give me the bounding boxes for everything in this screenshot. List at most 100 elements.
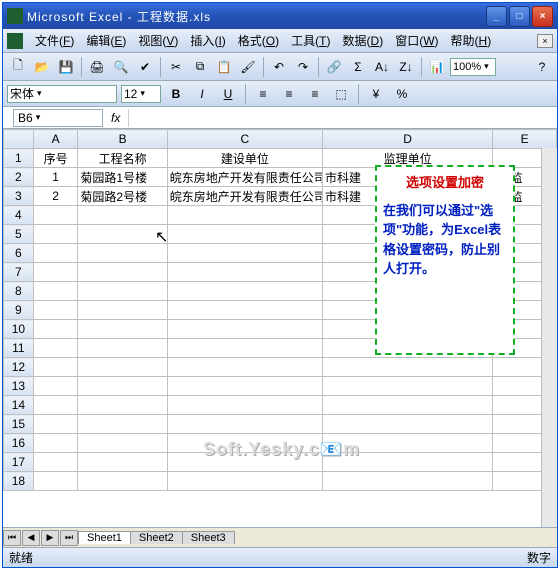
- cell-C4[interactable]: [167, 206, 322, 225]
- cut-icon[interactable]: ✂: [165, 56, 187, 78]
- formula-input[interactable]: [128, 109, 557, 127]
- cell-B18[interactable]: [78, 472, 167, 491]
- bold-icon[interactable]: B: [165, 83, 187, 105]
- row-header-7[interactable]: 7: [4, 263, 34, 282]
- cell-B4[interactable]: [78, 206, 167, 225]
- cell-B15[interactable]: [78, 415, 167, 434]
- sort-desc-icon[interactable]: Z↓: [395, 56, 417, 78]
- cell-A8[interactable]: [33, 282, 78, 301]
- cell-B17[interactable]: [78, 453, 167, 472]
- cell-C6[interactable]: [167, 244, 322, 263]
- cell-C13[interactable]: [167, 377, 322, 396]
- cell-C3[interactable]: 皖东房地产开发有限责任公司: [167, 187, 322, 206]
- font-size-select[interactable]: 12: [121, 85, 161, 103]
- cell-B3[interactable]: 菊园路2号楼: [78, 187, 167, 206]
- cell-A5[interactable]: [33, 225, 78, 244]
- new-icon[interactable]: 🗋: [7, 56, 29, 78]
- row-header-16[interactable]: 16: [4, 434, 34, 453]
- col-header-C[interactable]: C: [167, 130, 322, 149]
- cell-B14[interactable]: [78, 396, 167, 415]
- cell-D12[interactable]: [323, 358, 493, 377]
- align-right-icon[interactable]: ≡: [304, 83, 326, 105]
- cell-D14[interactable]: [323, 396, 493, 415]
- menu-tools[interactable]: 工具(T): [285, 30, 336, 51]
- cell-A2[interactable]: 1: [33, 168, 78, 187]
- cell-A16[interactable]: [33, 434, 78, 453]
- cell-B12[interactable]: [78, 358, 167, 377]
- menu-file[interactable]: 文件(F): [29, 30, 80, 51]
- cell-A6[interactable]: [33, 244, 78, 263]
- spellcheck-icon[interactable]: ✔: [134, 56, 156, 78]
- currency-icon[interactable]: ¥: [365, 83, 387, 105]
- hyperlink-icon[interactable]: 🔗: [323, 56, 345, 78]
- row-header-13[interactable]: 13: [4, 377, 34, 396]
- sort-asc-icon[interactable]: A↓: [371, 56, 393, 78]
- menu-insert[interactable]: 插入(I): [184, 30, 231, 51]
- cell-C18[interactable]: [167, 472, 322, 491]
- cell-A17[interactable]: [33, 453, 78, 472]
- row-header-17[interactable]: 17: [4, 453, 34, 472]
- chart-icon[interactable]: 📊: [426, 56, 448, 78]
- merge-icon[interactable]: ⬚: [330, 83, 352, 105]
- cell-A10[interactable]: [33, 320, 78, 339]
- menu-data[interactable]: 数据(D): [337, 30, 390, 51]
- col-header-B[interactable]: B: [78, 130, 167, 149]
- cell-C12[interactable]: [167, 358, 322, 377]
- cell-C11[interactable]: [167, 339, 322, 358]
- row-header-18[interactable]: 18: [4, 472, 34, 491]
- cell-B9[interactable]: [78, 301, 167, 320]
- row-header-4[interactable]: 4: [4, 206, 34, 225]
- sheet-tab-3[interactable]: Sheet3: [182, 531, 235, 544]
- doc-close-button[interactable]: ×: [537, 34, 553, 48]
- row-header-11[interactable]: 11: [4, 339, 34, 358]
- cell-D15[interactable]: [323, 415, 493, 434]
- tab-first-button[interactable]: ⏮: [3, 530, 21, 546]
- print-icon[interactable]: 🖨: [86, 56, 108, 78]
- vertical-scrollbar[interactable]: [541, 148, 557, 527]
- cell-A1[interactable]: 序号: [33, 149, 78, 168]
- cell-C5[interactable]: [167, 225, 322, 244]
- cell-B2[interactable]: 菊园路1号楼: [78, 168, 167, 187]
- copy-icon[interactable]: ⧉: [189, 56, 211, 78]
- autosum-icon[interactable]: Σ: [347, 56, 369, 78]
- align-center-icon[interactable]: ≡: [278, 83, 300, 105]
- cell-C15[interactable]: [167, 415, 322, 434]
- menu-view[interactable]: 视图(V): [132, 30, 184, 51]
- cell-C14[interactable]: [167, 396, 322, 415]
- tab-next-button[interactable]: ▶: [41, 530, 59, 546]
- col-header-E[interactable]: E: [493, 130, 557, 149]
- row-header-9[interactable]: 9: [4, 301, 34, 320]
- zoom-select[interactable]: 100%: [450, 58, 496, 76]
- cell-B16[interactable]: [78, 434, 167, 453]
- select-all-cell[interactable]: [4, 130, 34, 149]
- cell-A4[interactable]: [33, 206, 78, 225]
- preview-icon[interactable]: 🔍: [110, 56, 132, 78]
- cell-A9[interactable]: [33, 301, 78, 320]
- save-icon[interactable]: 💾: [55, 56, 77, 78]
- cell-B11[interactable]: [78, 339, 167, 358]
- cell-A14[interactable]: [33, 396, 78, 415]
- menu-help[interactable]: 帮助(H): [445, 30, 498, 51]
- cell-C1[interactable]: 建设单位: [167, 149, 322, 168]
- undo-icon[interactable]: ↶: [268, 56, 290, 78]
- cell-A11[interactable]: [33, 339, 78, 358]
- fx-icon[interactable]: fx: [111, 111, 120, 125]
- close-button[interactable]: ×: [532, 6, 553, 27]
- row-header-3[interactable]: 3: [4, 187, 34, 206]
- cell-C7[interactable]: [167, 263, 322, 282]
- row-header-1[interactable]: 1: [4, 149, 34, 168]
- row-header-14[interactable]: 14: [4, 396, 34, 415]
- align-left-icon[interactable]: ≡: [252, 83, 274, 105]
- doc-icon[interactable]: [7, 33, 23, 49]
- cell-B13[interactable]: [78, 377, 167, 396]
- cell-A3[interactable]: 2: [33, 187, 78, 206]
- cell-C2[interactable]: 皖东房地产开发有限责任公司: [167, 168, 322, 187]
- cell-B7[interactable]: [78, 263, 167, 282]
- cell-A12[interactable]: [33, 358, 78, 377]
- menu-format[interactable]: 格式(O): [232, 30, 285, 51]
- col-header-A[interactable]: A: [33, 130, 78, 149]
- menu-window[interactable]: 窗口(W): [389, 30, 444, 51]
- row-header-10[interactable]: 10: [4, 320, 34, 339]
- open-icon[interactable]: 📂: [31, 56, 53, 78]
- cell-B10[interactable]: [78, 320, 167, 339]
